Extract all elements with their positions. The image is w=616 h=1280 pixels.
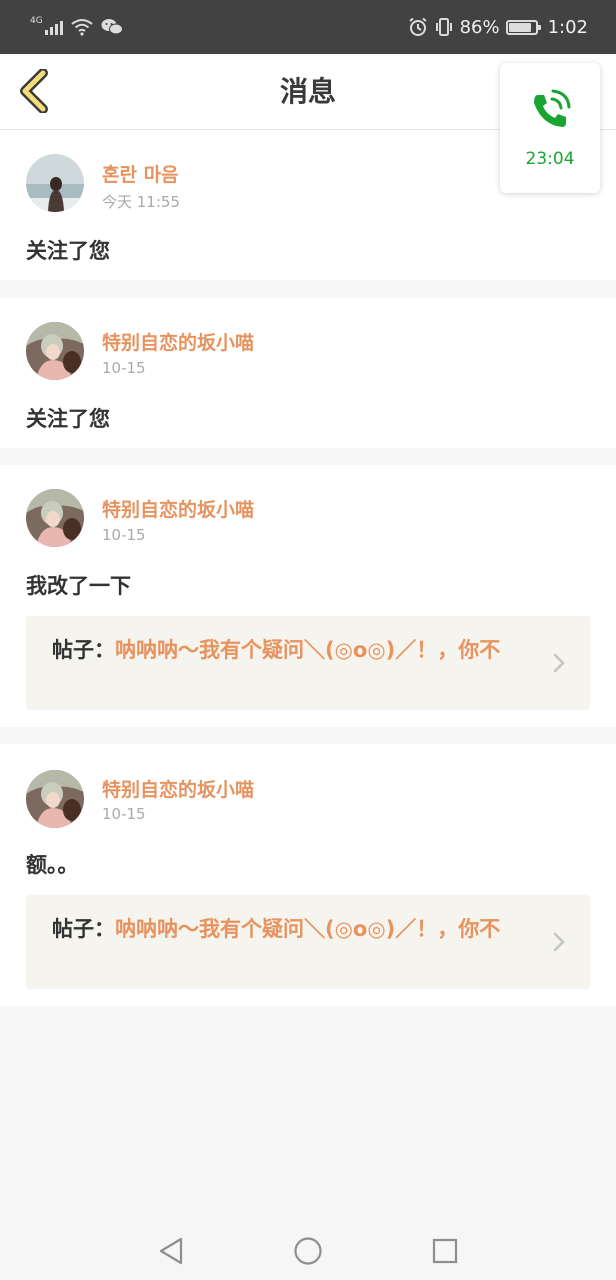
message-time: 10-15: [102, 526, 146, 544]
message-card[interactable]: 特别自恋的坂小喵 10-15 我改了一下 帖子：呐呐呐～我有个疑问＼(◎o◎)／…: [0, 465, 616, 727]
chevron-right-icon: [553, 932, 565, 952]
post-title: 呐呐呐～我有个疑问＼(◎o◎)／！，你不: [115, 638, 501, 662]
chevron-right-icon: [553, 653, 565, 673]
alarm-icon: [408, 17, 428, 37]
status-right: 86% 1:02: [408, 14, 588, 40]
nav-recents-button[interactable]: [428, 1234, 462, 1268]
wechat-icon: [101, 18, 123, 36]
username[interactable]: 特别自恋的坂小喵: [102, 775, 254, 802]
message-content: 额。。: [26, 853, 79, 877]
post-link[interactable]: 帖子：呐呐呐～我有个疑问＼(◎o◎)／！，你不: [26, 616, 590, 710]
avatar[interactable]: [26, 489, 84, 547]
system-nav-bar: [0, 1220, 616, 1280]
battery-percent: 86%: [459, 16, 500, 38]
post-text: 帖子：呐呐呐～我有个疑问＼(◎o◎)／！，你不: [52, 636, 552, 664]
message-time: 10-15: [102, 359, 146, 377]
post-title: 呐呐呐～我有个疑问＼(◎o◎)／！，你不: [115, 917, 501, 941]
nav-home-button[interactable]: [291, 1234, 325, 1268]
avatar[interactable]: [26, 322, 84, 380]
message-content: 我改了一下: [26, 574, 131, 598]
phone-icon: [534, 89, 571, 127]
username[interactable]: 혼란 마음: [102, 160, 179, 187]
call-overlay[interactable]: 23:04: [500, 63, 600, 193]
vibrate-icon: [434, 17, 454, 37]
post-text: 帖子：呐呐呐～我有个疑问＼(◎o◎)／！，你不: [52, 915, 552, 943]
battery-icon: [505, 19, 541, 35]
clock: 1:02: [547, 16, 588, 38]
wifi-icon: [71, 18, 93, 36]
recents-square-icon: [432, 1238, 458, 1264]
avatar[interactable]: [26, 770, 84, 828]
username[interactable]: 特别自恋的坂小喵: [102, 328, 254, 355]
back-triangle-icon: [159, 1237, 183, 1265]
post-label: 帖子：: [52, 638, 115, 662]
post-label: 帖子：: [52, 917, 115, 941]
message-card[interactable]: 特别自恋的坂小喵 10-15 额。。 帖子：呐呐呐～我有个疑问＼(◎o◎)／！，…: [0, 744, 616, 1006]
signal-icon: [44, 19, 63, 35]
username[interactable]: 特别自恋的坂小喵: [102, 495, 254, 522]
message-time: 今天 11:55: [102, 193, 180, 211]
call-duration: 23:04: [525, 149, 575, 169]
avatar[interactable]: [26, 154, 84, 212]
network-type: 4G: [30, 16, 43, 26]
message-content: 关注了您: [26, 239, 110, 263]
post-link[interactable]: 帖子：呐呐呐～我有个疑问＼(◎o◎)／！，你不: [26, 895, 590, 989]
status-left: 4G: [30, 14, 123, 40]
message-card[interactable]: 特别自恋的坂小喵 10-15 关注了您: [0, 298, 616, 448]
status-bar: 4G 86% 1:02: [0, 0, 616, 54]
nav-back-button[interactable]: [154, 1234, 188, 1268]
message-time: 10-15: [102, 805, 146, 823]
home-circle-icon: [294, 1237, 322, 1265]
message-content: 关注了您: [26, 407, 110, 431]
